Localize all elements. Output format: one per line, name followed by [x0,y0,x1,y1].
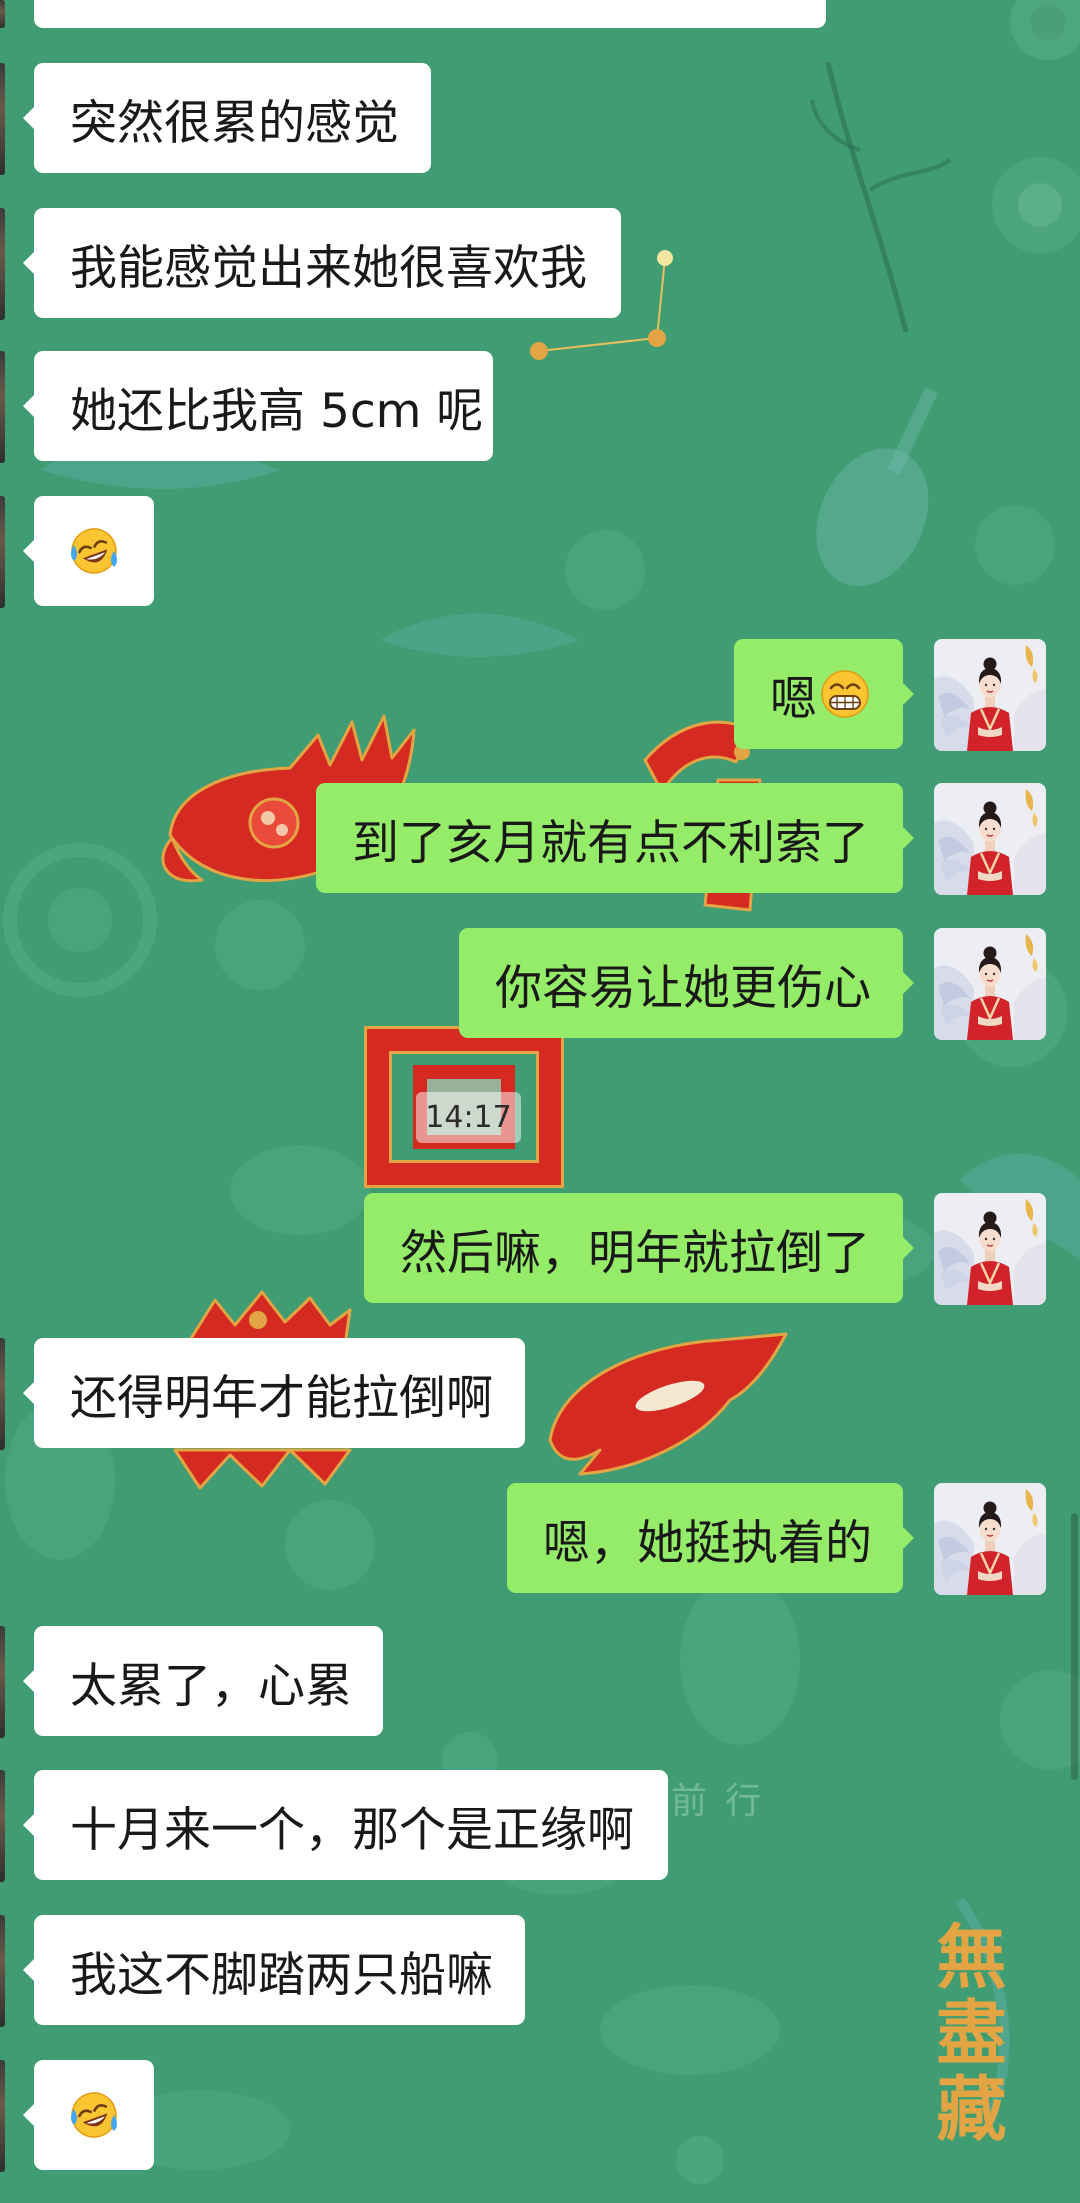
message-row-outgoing: 你容易让她更伤心 [0,928,1080,1040]
message-row-incoming: 十月来一个，那个是正缘啊 [0,1770,1080,1882]
message-bubble[interactable]: 突然很累的感觉 [23,63,431,173]
message-timestamp: 14:17 [416,1092,521,1143]
message-bubble[interactable]: 我能感觉出来她很喜欢我 [23,208,621,318]
message-row-outgoing: 然后嘛，明年就拉倒了 [0,1193,1080,1305]
message-bubble[interactable]: 你容易让她更伤心 [459,928,914,1038]
message-bubble[interactable]: 还得明年才能拉倒啊 [23,1338,525,1448]
woman-in-red-hanfu-avatar-icon [934,1483,1046,1595]
my-avatar[interactable] [934,1193,1046,1305]
message-bubble[interactable]: 到了亥月就有点不利索了 [316,783,914,893]
contact-avatar[interactable] [0,351,5,463]
tears-of-joy-emoji-icon [68,2089,120,2141]
message-row-incoming: 她还比我高 5cm 呢 [0,351,1080,463]
message-row-outgoing: 嗯 [0,639,1080,751]
tears-of-joy-emoji-icon [68,525,120,577]
message-bubble[interactable] [23,496,154,606]
message-row-incoming: 还得明年才能拉倒啊 [0,1338,1080,1450]
message-row-incoming: 我这不脚踏两只船嘛 [0,1915,1080,2027]
contact-avatar[interactable] [0,0,5,28]
message-bubble[interactable]: 太累了，心累 [23,1626,383,1736]
contact-avatar[interactable] [0,1338,5,1450]
message-row-outgoing: 到了亥月就有点不利索了 [0,783,1080,895]
my-avatar[interactable] [934,639,1046,751]
message-row-outgoing: 嗯，她挺执着的 [0,1483,1080,1595]
message-text: 十月来一个，那个是正缘啊 [70,1802,634,1858]
message-bubble[interactable]: 嗯 [734,639,914,749]
message-bubble[interactable]: 然后嘛，明年就拉倒了 [364,1193,914,1303]
my-avatar[interactable] [934,928,1046,1040]
message-row-incoming: 我能感觉出来她很喜欢我 [0,208,1080,320]
contact-avatar[interactable] [0,496,5,608]
woman-in-red-hanfu-avatar-icon [934,1193,1046,1305]
message-text: 嗯 [770,671,817,727]
woman-in-red-hanfu-avatar-icon [934,928,1046,1040]
scrollbar[interactable] [1071,1513,1078,1780]
message-row-incoming [0,2060,1080,2172]
my-avatar[interactable] [934,1483,1046,1595]
my-avatar[interactable] [934,783,1046,895]
grin-emoji-icon [819,668,871,720]
message-text: 太累了，心累 [70,1658,352,1714]
contact-avatar[interactable] [0,63,5,175]
message-text: 然后嘛，明年就拉倒了 [400,1225,870,1281]
contact-avatar[interactable] [0,1770,5,1882]
message-text: 到了亥月就有点不利索了 [352,815,869,871]
message-bubble[interactable]: 嗯，她挺执着的 [507,1483,914,1593]
message-row-incoming [0,0,1080,28]
message-row-incoming [0,496,1080,608]
contact-avatar[interactable] [0,208,5,320]
message-text: 她还比我高 5cm 呢 [70,383,484,439]
message-row-incoming: 突然很累的感觉 [0,63,1080,175]
contact-avatar[interactable] [0,1915,5,2027]
message-text: 嗯，她挺执着的 [543,1515,872,1571]
message-bubble[interactable]: 她还比我高 5cm 呢 [23,351,493,461]
message-text: 你容易让她更伤心 [495,960,871,1016]
contact-avatar[interactable] [0,1626,5,1738]
contact-avatar[interactable] [0,2060,5,2172]
message-text: 我这不脚踏两只船嘛 [70,1947,493,2003]
message-bubble[interactable] [23,2060,154,2170]
message-text: 我能感觉出来她很喜欢我 [70,240,587,296]
message-bubble[interactable]: 我这不脚踏两只船嘛 [23,1915,525,2025]
message-bubble[interactable]: 十月来一个，那个是正缘啊 [23,1770,668,1880]
woman-in-red-hanfu-avatar-icon [934,639,1046,751]
woman-in-red-hanfu-avatar-icon [934,783,1046,895]
message-text: 还得明年才能拉倒啊 [70,1370,493,1426]
message-text: 突然很累的感觉 [70,95,399,151]
message-bubble[interactable] [34,0,826,28]
message-row-incoming: 太累了，心累 [0,1626,1080,1738]
